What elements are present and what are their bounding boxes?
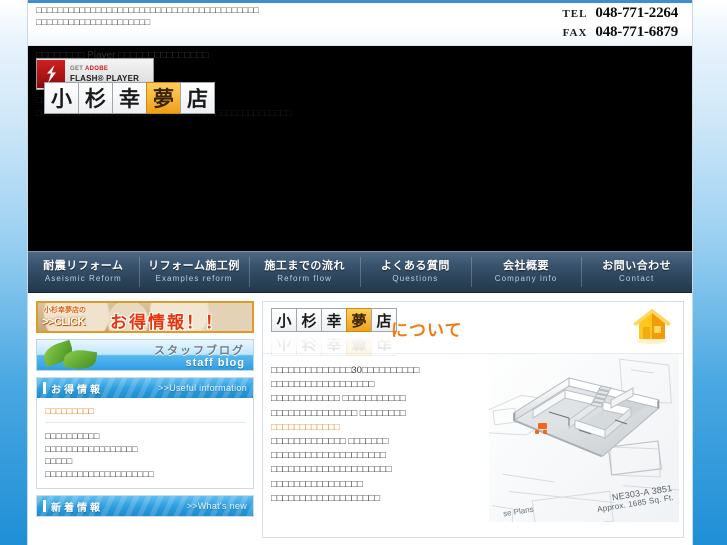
- useful-text-line-1: □□□□□□□□□□□□□□□□□: [45, 443, 138, 454]
- page-container: □□□□□□□□□□□□□□□□□□□□□□□□□□□□□□□□□□□□□□□□…: [28, 0, 692, 545]
- about-line-7: □□□□□□□□□□□□□□□□□□□□□: [271, 464, 392, 476]
- fax-row: FAX 048-771-6879: [562, 23, 679, 42]
- logo-char-1: 杉: [78, 82, 113, 114]
- 3d-house-model: [513, 377, 661, 457]
- about-line-6: □□□□□□□□□□□□□□□□□□□□: [271, 450, 386, 462]
- logo-char-4: 店: [180, 82, 215, 114]
- fax-label: FAX: [562, 27, 588, 39]
- nav-item-examples-reform[interactable]: リフォーム施工例 Examples reform: [138, 252, 250, 292]
- useful-information-title-en: >>Useful information: [157, 383, 247, 393]
- useful-text-line-0: □□□□□□□□□□: [45, 431, 100, 441]
- flash-hero-area[interactable]: □□□□□□□□ Player □□□□□□□□□□□□□□□ GET ADOB…: [28, 46, 692, 251]
- nav-label-ja-2: 施工までの流れ: [264, 260, 345, 272]
- header-top-rule: [28, 0, 692, 3]
- page-title-suffix: について: [391, 321, 463, 340]
- page-title-char-1: 杉: [296, 308, 322, 332]
- about-line-8: □□□□□□□□□□□□□□□□: [271, 478, 363, 490]
- flash-badge-get-line: GET ADOBE: [70, 65, 139, 74]
- about-line-9: □□□□□□□□□□□□□□□□□□□: [271, 492, 381, 504]
- flash-badge-get: GET: [70, 66, 84, 72]
- whats-new-header: 新着情報 >>What's new: [37, 496, 253, 516]
- telephone-row: TEL 048-771-2264: [562, 4, 678, 23]
- nav-label-ja-0: 耐震リフォーム: [43, 260, 124, 272]
- about-line-0: □□□□□□□□□□□□□□30□□□□□□□□□□: [271, 365, 420, 376]
- logo-char-0: 小: [44, 82, 79, 114]
- whats-new-section: 新着情報 >>What's new: [36, 495, 254, 517]
- floorplan-image: NE303-A 3851 Approx. 1685 Sq. Ft. se Pla…: [489, 354, 679, 522]
- main-column: 小 杉 幸 夢 店 小 杉 幸 夢 店 について □□□□□□□□□□□□□□3…: [262, 301, 684, 538]
- flash-badge-adobe: ADOBE: [84, 66, 109, 72]
- deal-info-banner[interactable]: 小杉幸夢店の >>CLICK お得情報！！: [36, 301, 254, 333]
- logo-char-2: 幸: [112, 82, 147, 114]
- page-title-reflection: 小 杉 幸 夢 店: [271, 332, 397, 356]
- page-title-row: 小 杉 幸 夢 店 小 杉 幸 夢 店 について: [263, 302, 683, 356]
- header-description-line1: □□□□□□□□□□□□□□□□□□□□□□□□□□□□□□□□□□□□□□□□…: [36, 5, 259, 15]
- about-line-2: □□□□□□□□□□□□ □□□□□□□□□□□: [271, 393, 406, 405]
- main-navigation: 耐震リフォーム Aseismic Reform リフォーム施工例 Example…: [28, 251, 692, 293]
- whats-new-title-ja: 新着情報: [51, 502, 103, 514]
- about-line-3: □□□□□□□□□□□□□□□ □□□□□□□□: [271, 407, 406, 419]
- nav-label-ja-1: リフォーム施工例: [148, 260, 240, 272]
- page-title-reflection-char-1: 杉: [296, 332, 322, 356]
- site-header: □□□□□□□□□□□□□□□□□□□□□□□□□□□□□□□□□□□□□□□□…: [28, 0, 692, 46]
- deal-banner-title: お得情報！！: [110, 313, 224, 332]
- telephone-label: TEL: [562, 8, 588, 20]
- about-body-text: □□□□□□□□□□□□□□30□□□□□□□□□□ □□□□□□□□□□□□□…: [271, 364, 463, 506]
- telephone-number: 048-771-2264: [595, 5, 678, 21]
- whats-new-title-en: >>What's new: [186, 501, 247, 511]
- useful-information-link[interactable]: □□□□□□□□□: [45, 404, 245, 423]
- about-line-5: □□□□□□□□□□□□□ □□□□□□□: [271, 436, 389, 448]
- page-title-reflection-char-2: 幸: [321, 332, 347, 356]
- header-accent-bar-news: [43, 500, 46, 512]
- nav-item-contact[interactable]: お問い合わせ Contact: [581, 252, 692, 292]
- flash-badge-words: GET ADOBE FLASH® PLAYER: [65, 65, 139, 83]
- site-logo[interactable]: 小 杉 幸 夢 店: [44, 82, 215, 114]
- staff-blog-label-ja: スタッフブログ: [154, 345, 245, 357]
- content-area: 小杉幸夢店の >>CLICK お得情報！！ スタッフブログ staff blog…: [28, 293, 692, 538]
- deal-banner-small-text: 小杉幸夢店の: [44, 307, 86, 314]
- about-line-4-highlighted: □□□□□□□□□□□□: [271, 421, 340, 433]
- useful-information-header: お得情報 >>Useful information: [37, 378, 253, 398]
- header-description-line2: □□□□□□□□□□□□□□□□□□□□□: [36, 17, 151, 27]
- main-body: □□□□□□□□□□□□□□30□□□□□□□□□□ □□□□□□□□□□□□□…: [263, 354, 683, 522]
- about-line-1: □□□□□□□□□□□□□□□□□□: [271, 379, 375, 391]
- page-title-char-2: 幸: [321, 308, 347, 332]
- nav-label-ja-5: お問い合わせ: [602, 260, 672, 272]
- page-title-char-0: 小: [271, 308, 297, 332]
- useful-information-section: お得情報 >>Useful information □□□□□□□□□ □□□□…: [36, 377, 254, 489]
- nav-label-en-3: Questions: [392, 274, 439, 283]
- nav-item-aseismic-reform[interactable]: 耐震リフォーム Aseismic Reform: [28, 252, 139, 292]
- fax-number: 048-771-6879: [595, 24, 678, 40]
- header-accent-bar: [43, 382, 46, 394]
- page-title-reflection-char-0: 小: [271, 332, 297, 356]
- nav-item-company-info[interactable]: 会社概要 Company info: [470, 252, 582, 292]
- nav-label-en-2: Reform flow: [277, 274, 333, 283]
- deal-banner-click-text: >>CLICK: [42, 316, 85, 328]
- staff-blog-banner[interactable]: スタッフブログ staff blog: [36, 339, 254, 371]
- page-title-char-3: 夢: [346, 308, 372, 332]
- left-sidebar: 小杉幸夢店の >>CLICK お得情報！！ スタッフブログ staff blog…: [36, 301, 254, 538]
- useful-information-text: □□□□□□□□□□ □□□□□□□□□□□□□□□□□ □□□□□ □□□□□…: [45, 430, 245, 480]
- nav-item-reform-flow[interactable]: 施工までの流れ Reform flow: [249, 252, 360, 292]
- nav-label-ja-3: よくある質問: [380, 260, 450, 272]
- page-title-reflection-char-3: 夢: [346, 332, 372, 356]
- header-description: □□□□□□□□□□□□□□□□□□□□□□□□□□□□□□□□□□□□□□□□…: [36, 4, 456, 28]
- nav-item-questions[interactable]: よくある質問 Questions: [360, 252, 471, 292]
- useful-text-line-3: □□□□□□□□□□□□□□□□□□□□: [45, 468, 154, 479]
- useful-information-title-ja: お得情報: [51, 384, 103, 396]
- logo-char-3: 夢: [146, 82, 181, 114]
- house-icon: [631, 306, 673, 346]
- nav-label-ja-4: 会社概要: [503, 260, 550, 272]
- nav-label-en-1: Examples reform: [155, 274, 233, 283]
- header-contact-block: TEL 048-771-2264 FAX 048-771-6879: [562, 4, 678, 42]
- nav-label-en-4: Company info: [494, 274, 558, 283]
- nav-label-en-0: Aseismic Reform: [44, 274, 122, 283]
- staff-blog-label-en: staff blog: [185, 357, 245, 369]
- nav-label-en-5: Contact: [619, 274, 655, 283]
- page-title: 小 杉 幸 夢 店: [271, 308, 675, 332]
- useful-information-body: □□□□□□□□□ □□□□□□□□□□ □□□□□□□□□□□□□□□□□ □…: [37, 398, 253, 488]
- useful-text-line-2: □□□□□: [45, 456, 73, 466]
